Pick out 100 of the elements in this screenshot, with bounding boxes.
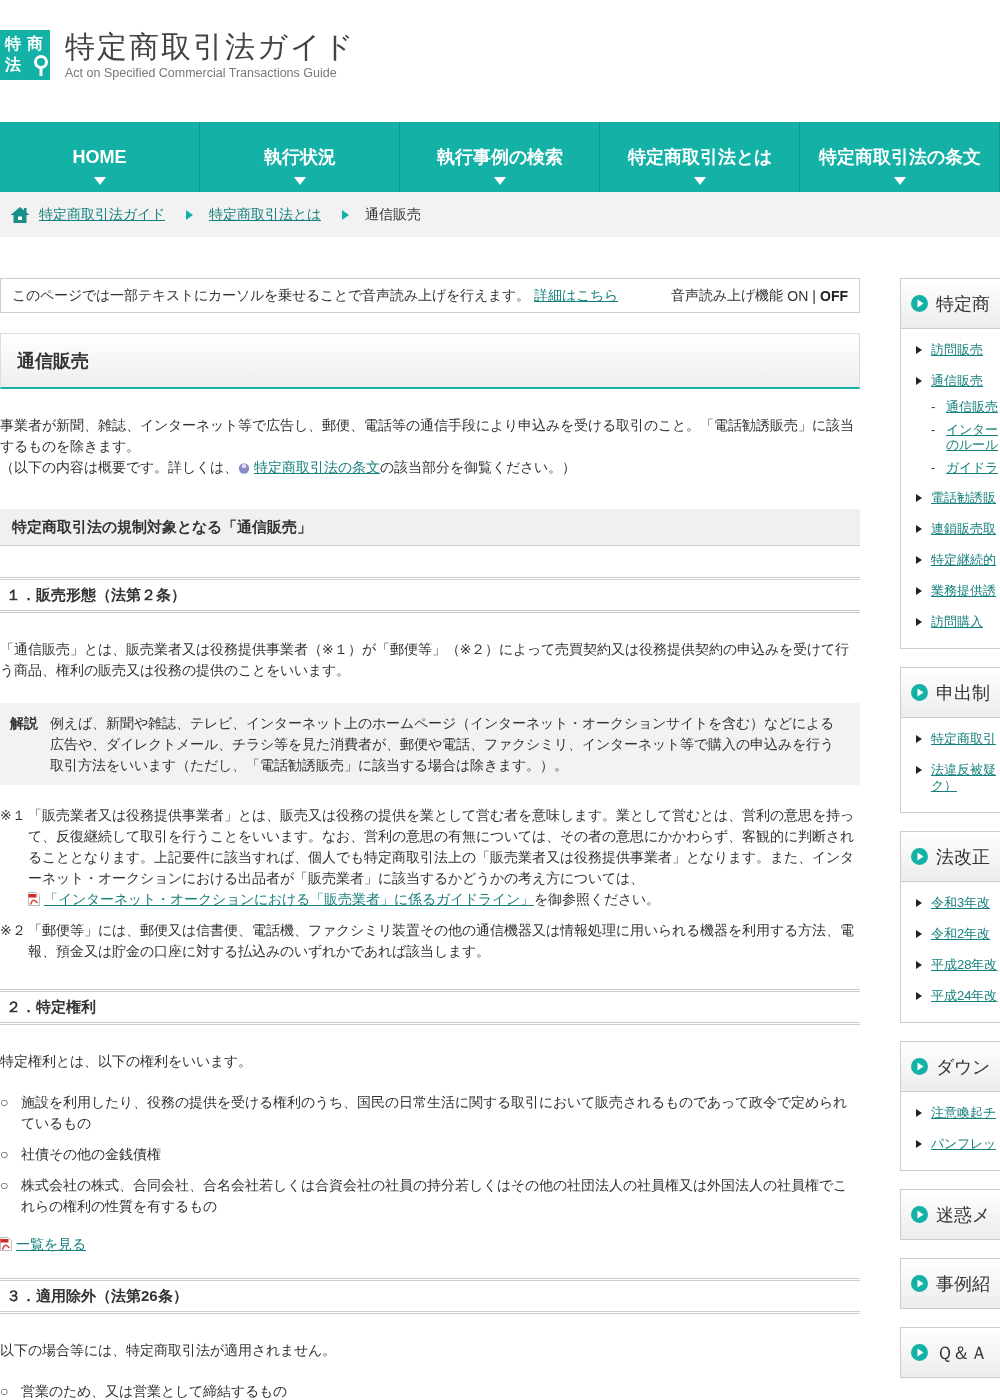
nav-item[interactable]: 執行状況: [200, 122, 400, 192]
triangle-icon: [916, 1140, 922, 1148]
sidebar-link[interactable]: パンフレッ: [931, 1136, 1000, 1152]
notice-text: このページでは一部テキストにカーソルを乗せることで音声読み上げを行えます。: [12, 286, 530, 305]
toggle-option[interactable]: OFF: [820, 287, 848, 304]
pdf-icon: [28, 892, 40, 906]
play-circle-icon: [911, 848, 928, 865]
list-item-text: 営業のため、又は営業として締結するもの: [21, 1382, 288, 1400]
list-marker: ○: [0, 1176, 10, 1195]
nav-item[interactable]: HOME: [0, 122, 200, 192]
logo-text: 特商: [5, 34, 50, 53]
paragraph: 以下の場合等には、特定商取引法が適用されません。: [0, 1341, 337, 1360]
sidebar-link[interactable]: 法違反被疑 ク）: [931, 762, 1000, 794]
triangle-icon: [916, 618, 922, 626]
triangle-icon: [916, 992, 922, 1000]
document-link[interactable]: 特定商取引法の条文: [254, 459, 380, 475]
sidebar-link[interactable]: 訪問購入: [931, 614, 1000, 630]
list-item-text: 社債その他の金銭債権: [21, 1145, 162, 1164]
triangle-icon: [916, 961, 922, 969]
nav-item[interactable]: 特定商取引法の条文: [800, 122, 1000, 192]
pin-icon: [33, 55, 49, 76]
triangle-icon: [916, 587, 922, 595]
sidebar-link[interactable]: 注意喚起チ: [931, 1105, 1000, 1121]
paragraph: （以下の内容は概要です。詳しくは、 特定商取引法の条文の該当部分を御覧ください。）: [0, 458, 577, 477]
note-text: 「販売業者又は役務提供事業者」とは、販売又は役務の提供を業として営む者を意味します。業として営むとは、営利の意思を持って、反復継続して取引を行うことをいいます。なお、営利の意思の有無については、その者の意思にかかわらず、客観的に判断されることとなります。上記要件に該当すれば、個人でも特定商取引法上の「販売業者又は役務提供事業者」となります。また、インターネット・オークションにおける出品者が「販売業者」に該当するかどうかの考え方については、 「インターネット・オークションにおける「販売業者」に係るガイドライン」を御参照ください。: [28, 806, 855, 909]
triangle-icon: [916, 899, 922, 907]
nav-item[interactable]: 特定商取引法とは: [600, 122, 800, 192]
play-circle-icon: [911, 684, 928, 701]
list-item-text: 株式会社の株式、合同会社、合名会社若しくは合資会社の社員の持分若しくはその他の社団法人の社員権又は外国法人の社員権でこれらの権利の性質を有するもの: [21, 1176, 848, 1216]
sidebar-link[interactable]: 平成28年改: [931, 957, 1000, 973]
triangle-icon: [916, 735, 922, 743]
sidebar-link[interactable]: 特定商取引: [931, 731, 1000, 747]
pdf-link[interactable]: 「インターネット・オークションにおける「販売業者」に係るガイドライン」: [44, 891, 534, 907]
sidebar-link[interactable]: 通信販売: [931, 373, 1000, 389]
caret-icon: [293, 177, 306, 185]
caret-icon: [893, 177, 906, 185]
sphere-icon: [238, 462, 250, 474]
logo-text: 法: [5, 55, 27, 74]
triangle-icon: [916, 494, 922, 502]
subsection-heading: ３．適用除外（法第26条）: [0, 1278, 860, 1314]
triangle-icon: [916, 377, 922, 385]
caret-icon: [693, 177, 706, 185]
triangle-icon: [916, 766, 922, 774]
caret-icon: [493, 177, 506, 185]
triangle-icon: [916, 556, 922, 564]
section-heading: 特定商取引法の規制対象となる「通信販売」: [0, 509, 860, 546]
sidebar-link[interactable]: 電話勧誘販: [931, 490, 1000, 506]
breadcrumb-current: 通信販売: [365, 205, 421, 224]
speech-toggle-label: 音声読み上げ機能: [671, 286, 784, 305]
sidebar-heading[interactable]: Ｑ＆Ａ: [900, 1327, 1000, 1378]
sidebar-heading[interactable]: 迷惑メ: [900, 1189, 1000, 1240]
toggle-divider: |: [812, 287, 816, 304]
dash-marker: -: [931, 460, 937, 475]
triangle-icon: [916, 525, 922, 533]
sidebar-link[interactable]: 令和2年改: [931, 926, 1000, 942]
dash-marker: -: [931, 399, 937, 414]
sidebar-link[interactable]: 訪問販売: [931, 342, 1000, 358]
play-circle-icon: [911, 1275, 928, 1292]
play-circle-icon: [911, 1206, 928, 1223]
triangle-icon: [186, 209, 193, 220]
pdf-link[interactable]: 一覧を見る: [16, 1236, 86, 1252]
explanation-text: 例えば、新聞や雑誌、テレビ、インターネット上のホームページ（インターネット・オークションサイトを含む）などによる広告や、ダイレクトメール、チラシ等を見た消費者が、郵便や電話、ファクシミリ、インターネット等で購入の申込みを行う取引方法をいいます（ただし、「電話勧誘販売」に該当する場合は除きます。）。: [50, 714, 835, 775]
breadcrumb-link[interactable]: 特定商取引法とは: [209, 205, 321, 224]
sidebar-heading[interactable]: 事例紹: [900, 1258, 1000, 1309]
paragraph: 事業者が新聞、雑誌、インターネット等で広告し、郵便、電話等の通信手段により申込みを受ける取引のこと。「電話勧誘販売」に該当するものを除きます。: [0, 416, 855, 456]
sidebar-link[interactable]: 業務提供誘: [931, 583, 1000, 599]
triangle-icon: [916, 1109, 922, 1117]
sidebar-link[interactable]: 平成24年改: [931, 988, 1000, 1004]
subsection-heading: １．販売形態（法第２条）: [0, 577, 860, 613]
paragraph: 「通信販売」とは、販売業者又は役務提供事業者（※１）が「郵便等」（※２）によって売買契約又は役務提供契約の申込みを受けて行う商品、権利の販売又は役務の提供のことをいいます。: [0, 640, 851, 680]
play-circle-icon: [911, 295, 928, 312]
paragraph: 特定権利とは、以下の権利をいいます。: [0, 1052, 253, 1071]
sidebar-sublink[interactable]: インター のルール: [946, 422, 998, 452]
triangle-icon: [916, 930, 922, 938]
sidebar-link[interactable]: 令和3年改: [931, 895, 1000, 911]
sidebar-link[interactable]: 連鎖販売取: [931, 521, 1000, 537]
list-item-text: 施設を利用したり、役務の提供を受ける権利のうち、国民の日常生活に関する取引において販売されるものであって政令で定められているもの: [21, 1093, 848, 1133]
nav-item[interactable]: 執行事例の検索: [400, 122, 600, 192]
home-icon[interactable]: [10, 205, 30, 224]
list-marker: ○: [0, 1093, 10, 1112]
sidebar-link[interactable]: 特定継続的: [931, 552, 1000, 568]
list-marker: ○: [0, 1145, 10, 1164]
note-mark: ※２: [0, 921, 27, 940]
sidebar-sublink[interactable]: 通信販売: [946, 399, 998, 414]
breadcrumb-link[interactable]: 特定商取引法ガイド: [39, 205, 165, 224]
caret-icon: [93, 177, 106, 185]
site-title: 特定商取引法ガイド: [65, 30, 356, 64]
site-subtitle: Act on Specified Commercial Transactions Guide: [65, 65, 338, 81]
toggle-option[interactable]: ON: [787, 287, 809, 304]
logo-mark[interactable]: 特商 法: [0, 30, 50, 80]
triangle-icon: [916, 346, 922, 354]
dash-marker: -: [931, 422, 937, 439]
sidebar-sublink[interactable]: ガイドラ: [946, 460, 998, 475]
subsection-heading: ２．特定権利: [0, 989, 860, 1025]
page-title: 通信販売: [0, 333, 860, 389]
note-mark: ※１: [0, 806, 27, 825]
note-text: 「郵便等」には、郵便又は信書便、電話機、ファクシミリ装置その他の通信機器又は情報処理に用いられる機器を利用する方法、電報、預金又は貯金の口座に対する払込みのいずれかであれば該当します。: [28, 921, 855, 961]
details-link[interactable]: 詳細はこちら: [534, 286, 618, 305]
play-circle-icon: [911, 1344, 928, 1361]
explanation-label: 解説: [10, 714, 39, 733]
